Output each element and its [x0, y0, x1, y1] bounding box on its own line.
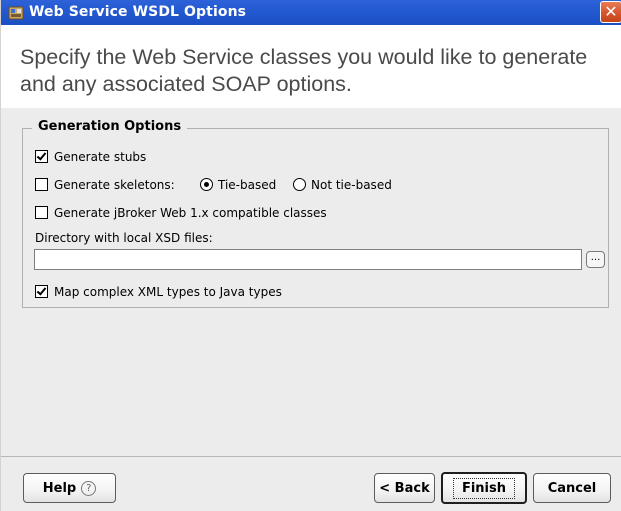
checkbox-icon[interactable] [35, 285, 48, 298]
help-label: Help [42, 480, 77, 496]
tie-based-label: Tie-based [218, 178, 277, 192]
radio-icon[interactable] [200, 178, 213, 191]
browse-button[interactable]: ... [586, 251, 605, 268]
back-button[interactable]: < Back [374, 473, 435, 503]
generate-stubs-label: Generate stubs [54, 150, 147, 164]
generate-skeletons-checkbox[interactable]: Generate skeletons: [35, 178, 175, 192]
back-label: < Back [379, 480, 430, 496]
finish-label: Finish [452, 477, 516, 499]
checkbox-icon[interactable] [35, 150, 48, 163]
close-button[interactable]: ✕ [600, 1, 621, 23]
app-icon [8, 6, 24, 20]
group-title: Generation Options [32, 119, 188, 134]
jbroker-compat-checkbox[interactable]: Generate jBroker Web 1.x compatible clas… [35, 206, 327, 220]
dialog-window: Web Service WSDL Options ✕ Specify the W… [0, 0, 621, 511]
instruction-text: Specify the Web Service classes you woul… [20, 45, 588, 96]
title-bar[interactable]: Web Service WSDL Options ✕ [1, 0, 621, 25]
radio-icon[interactable] [293, 178, 306, 191]
xsd-directory-label: Directory with local XSD files: [35, 231, 213, 245]
cancel-label: Cancel [547, 480, 597, 496]
cancel-button[interactable]: Cancel [533, 473, 611, 503]
ellipsis-icon: ... [590, 252, 601, 263]
finish-button[interactable]: Finish [441, 472, 527, 504]
generate-stubs-checkbox[interactable]: Generate stubs [35, 150, 146, 164]
not-tie-based-label: Not tie-based [311, 178, 392, 192]
checkbox-icon[interactable] [35, 178, 48, 191]
checkbox-icon[interactable] [35, 206, 48, 219]
tie-based-radio[interactable]: Tie-based [200, 178, 276, 192]
help-icon: ? [81, 480, 97, 496]
jbroker-compat-label: Generate jBroker Web 1.x compatible clas… [54, 206, 327, 220]
close-icon: ✕ [604, 2, 618, 21]
help-button[interactable]: Help ? [23, 473, 116, 503]
not-tie-based-radio[interactable]: Not tie-based [293, 178, 392, 192]
xsd-directory-input[interactable] [34, 249, 582, 270]
generate-skeletons-label: Generate skeletons: [54, 178, 175, 192]
window-title: Web Service WSDL Options [29, 4, 247, 20]
map-complex-checkbox[interactable]: Map complex XML types to Java types [35, 285, 282, 299]
map-complex-label: Map complex XML types to Java types [54, 285, 282, 299]
